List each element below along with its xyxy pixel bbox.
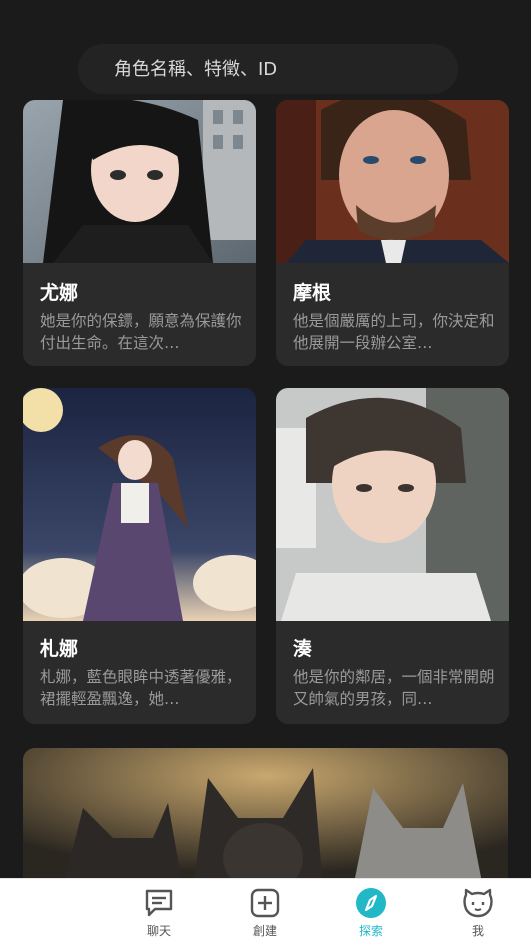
compass-icon: [356, 888, 386, 918]
character-name: 尤娜: [40, 282, 79, 304]
character-card-zana[interactable]: 札娜 札娜，藍色眼眸中透著優雅，裙擺輕盈飄逸，她…: [23, 388, 256, 724]
character-image: [276, 388, 509, 621]
character-card-wolves[interactable]: [23, 748, 508, 888]
character-name: 札娜: [40, 638, 79, 660]
tab-label: 聊天: [146, 924, 171, 938]
character-image: [23, 748, 508, 888]
tab-me[interactable]: 我: [448, 879, 508, 946]
character-name: 湊: [293, 638, 313, 660]
character-description: 他是個嚴厲的上司，你決定和他展開一段辦公室…: [293, 312, 495, 352]
tab-chat[interactable]: 聊天: [129, 879, 189, 946]
character-card-yuna[interactable]: 尤娜 她是你的保鏢，願意為保護你付出生命。在這次…: [23, 100, 256, 366]
character-description: 她是你的保鏢，願意為保護你付出生命。在這次…: [40, 312, 242, 352]
tab-label: 我: [471, 924, 484, 938]
tab-explore[interactable]: 探索: [341, 879, 401, 946]
tab-label: 探索: [358, 924, 383, 938]
character-image: [23, 100, 256, 263]
cat-face-icon: [463, 888, 493, 918]
character-image: [276, 100, 509, 263]
search-bar[interactable]: [78, 44, 458, 94]
character-card-minato[interactable]: 湊 他是你的鄰居，一個非常開朗又帥氣的男孩，同…: [276, 388, 509, 724]
search-input[interactable]: [112, 57, 436, 81]
chat-icon: [145, 889, 173, 917]
character-description: 他是你的鄰居，一個非常開朗又帥氣的男孩，同…: [293, 668, 495, 708]
bottom-tab-bar: 聊天 創建 探索 我: [0, 878, 531, 946]
tab-label: 創建: [252, 924, 277, 938]
character-description: 札娜，藍色眼眸中透著優雅，裙擺輕盈飄逸，她…: [40, 668, 242, 708]
character-card-morgan[interactable]: 摩根 他是個嚴厲的上司，你決定和他展開一段辦公室…: [276, 100, 509, 366]
plus-square-icon: [250, 888, 280, 918]
character-image: [23, 388, 256, 621]
character-name: 摩根: [293, 282, 332, 304]
tab-create[interactable]: 創建: [235, 879, 295, 946]
